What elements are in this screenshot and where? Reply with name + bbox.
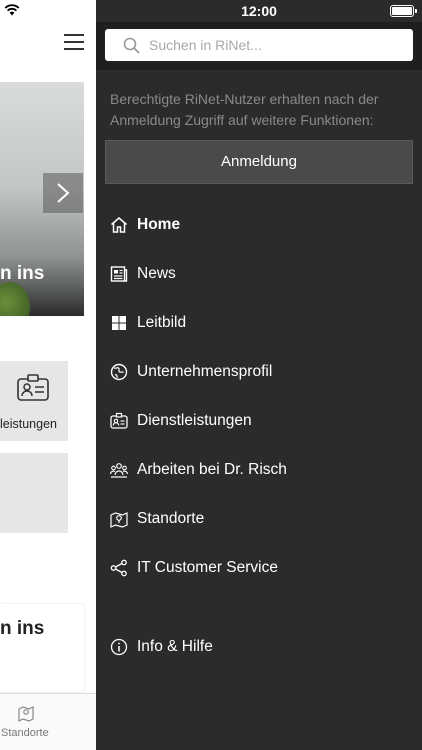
carousel-next-button[interactable]	[43, 173, 83, 213]
hero-carousel[interactable]: n ins	[0, 82, 84, 316]
services-tile-label: leistungen	[0, 417, 57, 431]
tile[interactable]	[0, 453, 68, 533]
menu-item-leitbild[interactable]: Leitbild	[96, 303, 422, 343]
menu-item-standorte[interactable]: Standorte	[96, 499, 422, 539]
menu-item-info-hilfe[interactable]: Info & Hilfe	[96, 627, 422, 667]
menu-item-arbeiten[interactable]: Arbeiten bei Dr. Risch	[96, 450, 422, 490]
map-pin-icon	[109, 509, 129, 529]
hero-image	[0, 282, 30, 316]
search-icon	[123, 37, 140, 59]
menu-item-label: Info & Hilfe	[137, 638, 213, 655]
hamburger-menu-icon[interactable]	[64, 34, 84, 50]
status-time: 12:00	[241, 3, 277, 19]
menu-item-label: Leitbild	[137, 314, 187, 331]
background-app: n ins leistungen n ins Standorte	[0, 0, 96, 750]
login-button[interactable]: Anmeldung	[105, 140, 413, 184]
menu-item-it-customer-service[interactable]: IT Customer Service	[96, 548, 422, 588]
chevron-right-icon	[57, 183, 70, 203]
tab-standorte[interactable]: Standorte	[1, 727, 49, 739]
team-icon	[109, 460, 129, 480]
news-card-title: n ins	[0, 618, 45, 639]
id-card-icon	[16, 373, 50, 408]
menu-item-home[interactable]: Home	[96, 205, 422, 245]
menu-item-label: Dienstleistungen	[137, 412, 252, 429]
share-icon	[109, 558, 129, 578]
globe-icon	[109, 362, 129, 382]
news-icon	[109, 264, 129, 284]
menu-item-unternehmensprofil[interactable]: Unternehmensprofil	[96, 352, 422, 392]
services-tile[interactable]: leistungen	[0, 361, 68, 441]
search-box[interactable]	[105, 29, 413, 61]
menu-item-dienstleistungen[interactable]: Dienstleistungen	[96, 401, 422, 441]
tab-bar: Standorte	[0, 693, 96, 750]
menu-item-label: News	[137, 265, 176, 282]
battery-tip	[415, 9, 417, 13]
wifi-icon	[4, 3, 20, 21]
home-icon	[109, 215, 129, 235]
search-input[interactable]	[149, 29, 407, 61]
map-pin-icon	[17, 704, 35, 727]
hero-title: n ins	[0, 263, 45, 284]
news-card[interactable]: n ins	[0, 604, 84, 692]
menu-item-label: Standorte	[137, 510, 205, 527]
navigation-drawer: 12:00 Berechtigte RiNet-Nutzer erhalten …	[96, 0, 422, 750]
menu-item-news[interactable]: News	[96, 254, 422, 294]
id-card-icon	[109, 411, 129, 431]
menu-item-label: Home	[137, 216, 181, 233]
search-bar	[96, 22, 422, 70]
battery-icon	[390, 5, 414, 17]
info-icon	[109, 637, 129, 657]
grid-icon	[109, 313, 129, 333]
menu-item-label: IT Customer Service	[137, 559, 278, 576]
menu-item-label: Arbeiten bei Dr. Risch	[137, 461, 287, 478]
menu-item-label: Unternehmensprofil	[137, 363, 273, 380]
login-info-text: Berechtigte RiNet-Nutzer erhalten nach d…	[110, 91, 379, 128]
